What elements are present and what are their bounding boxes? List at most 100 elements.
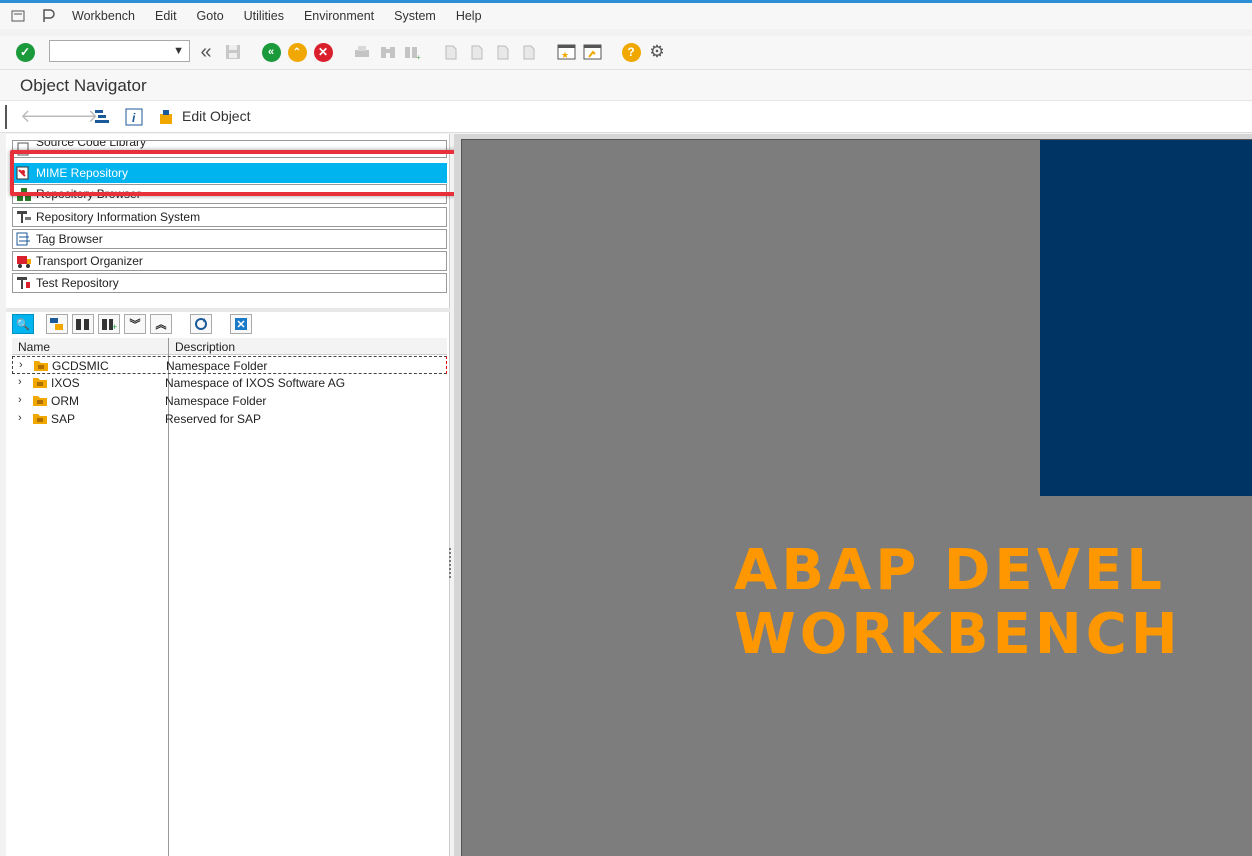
next-page-button[interactable] bbox=[493, 42, 513, 62]
binoculars-plus-icon: + bbox=[102, 319, 117, 331]
splash-title-line2: WORKBENCH bbox=[734, 602, 1182, 667]
standard-toolbar: ✓ ▼ « « ⌃ ✕ + ★ ? ⚙ bbox=[0, 36, 1252, 70]
tree-row-description: Namespace Folder bbox=[166, 359, 268, 373]
window-menu-icon[interactable] bbox=[10, 8, 26, 24]
generate-shortcut-button[interactable] bbox=[583, 42, 603, 62]
tree-row[interactable]: › SAP Reserved for SAP bbox=[12, 410, 447, 428]
content-pane: ABAP DEVEL WORKBENCH bbox=[454, 134, 1252, 856]
splash-title-line1: ABAP DEVEL bbox=[734, 538, 1166, 603]
exit-button[interactable]: ⌃ bbox=[287, 42, 307, 62]
page-title: Object Navigator bbox=[20, 76, 147, 95]
highlight-annotation bbox=[10, 150, 477, 196]
binoculars-plus-icon: + bbox=[405, 47, 421, 61]
back-button[interactable]: « bbox=[261, 42, 281, 62]
menu-edit[interactable]: Edit bbox=[155, 9, 177, 23]
expand-all-button[interactable]: ︾ bbox=[124, 314, 146, 334]
nav-button-hidden-label: Source Code Library bbox=[36, 140, 147, 149]
print-button[interactable] bbox=[352, 42, 372, 62]
folder-icon bbox=[32, 412, 48, 425]
gear-icon: ⚙ bbox=[649, 42, 665, 61]
command-field[interactable]: ▼ bbox=[49, 40, 190, 62]
menu-utilities[interactable]: Utilities bbox=[244, 9, 284, 23]
save-button[interactable] bbox=[223, 42, 243, 62]
menu-environment[interactable]: Environment bbox=[304, 9, 374, 23]
svg-text:★: ★ bbox=[561, 50, 569, 60]
title-bar: Object Navigator bbox=[0, 70, 1252, 100]
tree-row[interactable]: › GCDSMIC Namespace Folder bbox=[12, 356, 447, 374]
tree-row[interactable]: › ORM Namespace Folder bbox=[12, 392, 447, 410]
display-object-list-button[interactable] bbox=[46, 314, 68, 334]
vertical-splitter-grip[interactable] bbox=[449, 548, 453, 578]
menu-bar: Workbench Edit Goto Utilities Environmen… bbox=[0, 3, 1252, 29]
folder-icon bbox=[32, 376, 48, 389]
new-window-icon: ★ bbox=[557, 44, 576, 60]
cancel-icon: ✕ bbox=[313, 42, 333, 62]
collapse-all-button[interactable]: ︽ bbox=[150, 314, 172, 334]
chevron-down-icon: ▼ bbox=[173, 45, 184, 57]
tree-header: Name Description bbox=[12, 338, 447, 355]
edit-object-button[interactable]: Edit Object bbox=[182, 108, 250, 124]
tree-row-description: Reserved for SAP bbox=[165, 412, 262, 426]
binoculars-icon bbox=[76, 319, 89, 330]
pane-splitter[interactable] bbox=[6, 308, 450, 312]
folder-icon bbox=[32, 394, 48, 407]
forward-arrow-icon[interactable]: 🡒 bbox=[50, 106, 98, 127]
double-chevron-down-icon: ︾ bbox=[129, 319, 141, 331]
nav-button-repository-information-system[interactable]: Repository Information System bbox=[12, 207, 447, 227]
info-icon[interactable]: i bbox=[125, 108, 143, 129]
tree-row-description: Namespace of IXOS Software AG bbox=[165, 376, 346, 390]
help-button[interactable]: ? bbox=[621, 42, 641, 62]
edit-object-icon[interactable] bbox=[158, 108, 176, 129]
nav-button-transport-organizer[interactable]: Transport Organizer bbox=[12, 251, 447, 271]
first-page-icon bbox=[445, 45, 457, 60]
splash-canvas: ABAP DEVEL WORKBENCH bbox=[461, 139, 1252, 856]
find-next-button[interactable]: + bbox=[402, 42, 422, 62]
last-page-icon bbox=[523, 45, 535, 60]
tree-row[interactable]: › IXOS Namespace of IXOS Software AG bbox=[12, 374, 447, 392]
customize-layout-button[interactable]: ⚙ bbox=[647, 42, 667, 62]
first-page-button[interactable] bbox=[441, 42, 461, 62]
expand-arrow-icon[interactable]: › bbox=[18, 376, 22, 388]
find-in-tree-button[interactable]: 🔍 bbox=[12, 314, 34, 334]
column-header-name[interactable]: Name bbox=[18, 340, 50, 354]
menu-goto[interactable]: Goto bbox=[197, 9, 224, 23]
close-tree-button[interactable] bbox=[230, 314, 252, 334]
splash-blue-panel bbox=[1040, 140, 1252, 496]
column-header-description[interactable]: Description bbox=[175, 340, 235, 354]
expand-arrow-icon[interactable]: › bbox=[18, 394, 22, 406]
menu-help[interactable]: Help bbox=[456, 9, 482, 23]
nav-button-label: Tag Browser bbox=[36, 232, 103, 246]
find-button-tree[interactable] bbox=[72, 314, 94, 334]
enter-button[interactable]: ✓ bbox=[15, 42, 35, 62]
binoculars-icon bbox=[381, 47, 395, 58]
next-page-icon bbox=[497, 45, 509, 60]
svg-text:+: + bbox=[112, 322, 117, 331]
refresh-button[interactable] bbox=[190, 314, 212, 334]
collapse-command-button[interactable]: « bbox=[196, 40, 216, 63]
menu-system[interactable]: System bbox=[394, 9, 436, 23]
previous-page-button[interactable] bbox=[467, 42, 487, 62]
cancel-button[interactable]: ✕ bbox=[313, 42, 333, 62]
expand-arrow-icon[interactable]: › bbox=[19, 359, 23, 371]
transport-icon bbox=[16, 254, 32, 268]
new-session-button[interactable]: ★ bbox=[557, 42, 577, 62]
last-page-button[interactable] bbox=[519, 42, 539, 62]
menu-workbench[interactable]: Workbench bbox=[72, 9, 135, 23]
nav-button-tag-browser[interactable]: Tag Browser bbox=[12, 229, 447, 249]
nav-button-test-repository[interactable]: Test Repository bbox=[12, 273, 447, 293]
find-button[interactable] bbox=[378, 42, 398, 62]
tree-row-name: IXOS bbox=[51, 376, 80, 390]
double-chevron-up-icon: ︽ bbox=[155, 319, 167, 331]
test-repository-icon bbox=[16, 276, 32, 290]
print-icon bbox=[355, 46, 369, 57]
hierarchy-icon[interactable] bbox=[93, 108, 111, 129]
find-next-button-tree[interactable]: + bbox=[98, 314, 120, 334]
help-icon: ? bbox=[621, 42, 641, 62]
sap-menu-icon[interactable] bbox=[40, 8, 56, 24]
nav-button-label: Repository Information System bbox=[36, 210, 201, 224]
tree-row-name: SAP bbox=[51, 412, 76, 426]
tree-toolbar: 🔍 + ︾ ︽ bbox=[12, 314, 447, 334]
double-chevron-left-icon: « bbox=[200, 40, 212, 63]
expand-arrow-icon[interactable]: › bbox=[18, 412, 22, 424]
tree-row-description: Namespace Folder bbox=[165, 394, 267, 408]
